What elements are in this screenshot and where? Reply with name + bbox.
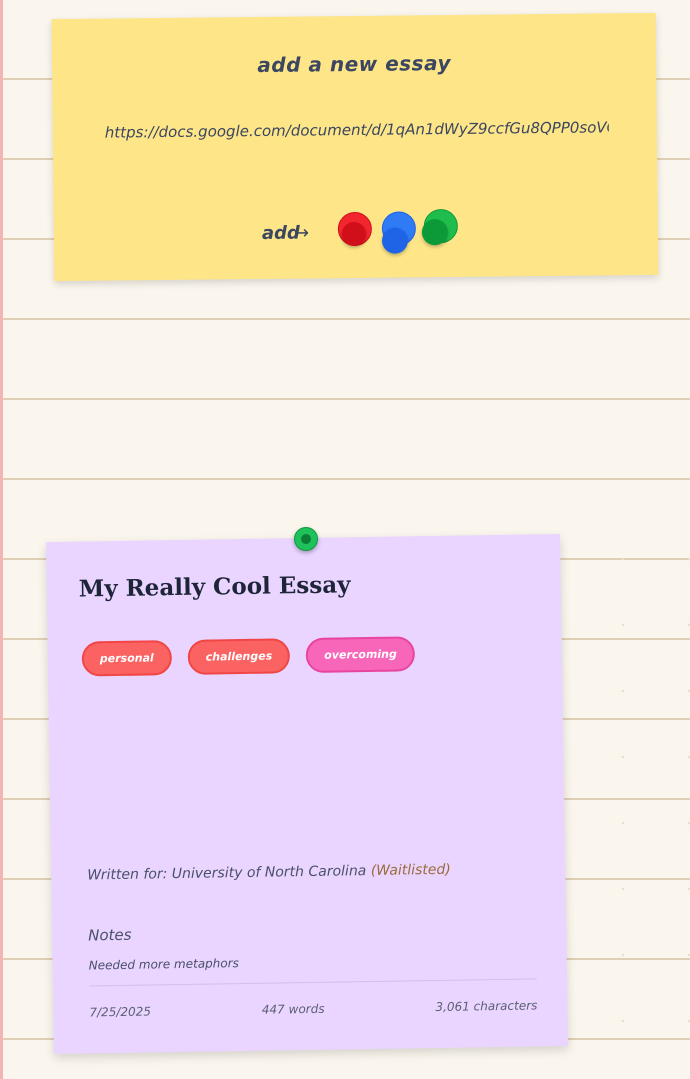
character-count: 3,061 characters [435,998,538,1015]
pin-base-icon [421,219,449,246]
application-status: (Waitlisted) [370,861,451,880]
word-count: 447 words [261,1001,325,1017]
tag-challenges[interactable]: challenges [187,638,291,675]
tag-list: personal challenges overcoming [81,636,416,677]
tag-personal[interactable]: personal [81,640,173,677]
notes-text: Needed more metaphors [88,956,239,973]
add-essay-title: add a new essay [257,50,452,78]
dot-grid-background [560,520,690,1079]
pin-base-icon [341,221,367,247]
card-divider [88,978,537,987]
green-pin-button[interactable] [421,208,459,246]
pin-base-icon [381,227,409,254]
essay-card[interactable]: My Really Cool Essay personal challenges… [46,533,568,1055]
blue-pin-button[interactable] [381,211,417,254]
essay-url-input[interactable] [102,117,611,143]
add-essay-note: add a new essay add → [51,12,659,282]
notebook-margin-line [0,0,3,1079]
card-footer: 7/25/2025 447 words 3,061 characters [89,998,537,1019]
school-name: University of North Carolina [171,863,367,883]
red-pin-button[interactable] [337,211,373,247]
written-for-label: Written for: [87,866,172,884]
card-pin-icon [294,527,318,551]
written-for: Written for: University of North Carolin… [87,862,451,884]
essay-date: 7/25/2025 [89,1004,152,1020]
notes-label: Notes [88,925,132,945]
essay-title: My Really Cool Essay [78,571,351,603]
tag-overcoming[interactable]: overcoming [305,636,416,673]
arrow-right-icon: → [293,222,310,244]
